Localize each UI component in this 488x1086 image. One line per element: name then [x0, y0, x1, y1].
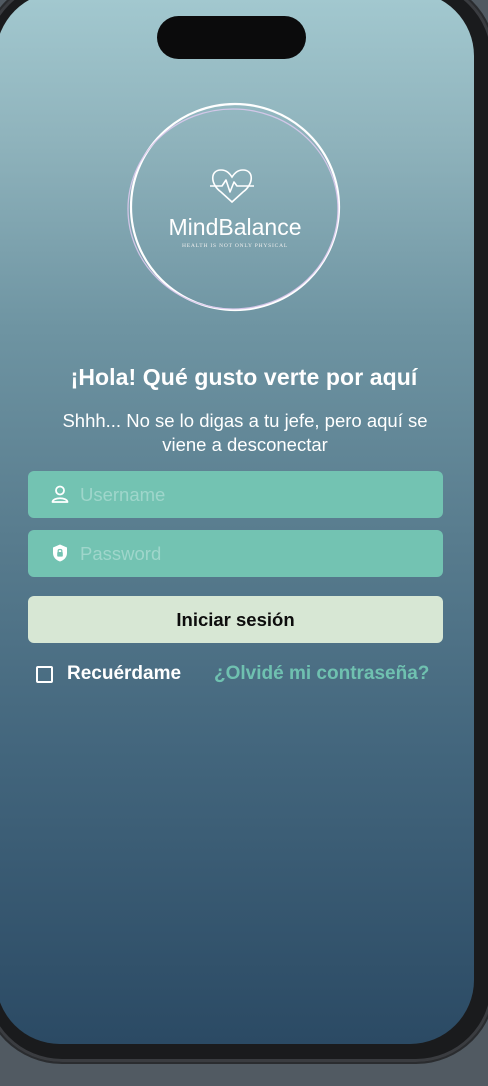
logo-wordmark: MindBalance — [169, 214, 302, 240]
shield-lock-icon — [50, 543, 70, 563]
remember-me-toggle[interactable]: Recuérdame — [36, 661, 181, 687]
remember-label: Recuérdame — [67, 663, 182, 684]
logo-tagline: HEALTH IS NOT ONLY PHYSICAL — [182, 243, 288, 249]
password-input[interactable] — [80, 530, 430, 577]
password-field[interactable] — [28, 530, 443, 577]
login-button[interactable]: Iniciar sesión — [28, 596, 443, 643]
dynamic-island — [157, 16, 306, 59]
user-icon — [50, 484, 70, 504]
remember-checkbox[interactable] — [36, 665, 53, 683]
app-logo: MindBalance HEALTH IS NOT ONLY PHYSICAL — [126, 100, 344, 314]
greeting-subtitle: Shhh... No se lo digas a tu jefe, pero a… — [62, 410, 428, 455]
forgot-password-link[interactable]: ¿Olvidé mi contraseña? — [214, 661, 429, 687]
greeting-title: ¡Hola! Qué gusto verte por aquí — [70, 364, 418, 390]
username-input[interactable] — [80, 471, 430, 518]
username-field[interactable] — [28, 471, 443, 518]
